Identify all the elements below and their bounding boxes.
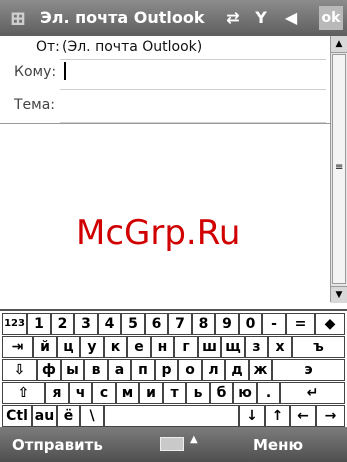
key[interactable]: т	[163, 382, 186, 404]
key[interactable]: я	[45, 382, 69, 404]
language-switch-key[interactable]: au	[32, 405, 57, 427]
key[interactable]: 2	[51, 313, 74, 335]
key[interactable]: и	[139, 382, 163, 404]
windows-start-icon[interactable]: ⊞	[5, 6, 31, 30]
key[interactable]: .	[257, 382, 280, 404]
key[interactable]: ч	[69, 382, 92, 404]
key[interactable]: ш	[198, 336, 221, 358]
input-method-arrow-icon[interactable]: ▲	[190, 434, 198, 445]
to-field[interactable]	[60, 89, 326, 90]
watermark-text: McGrp.Ru	[76, 213, 241, 253]
key[interactable]: ь	[186, 382, 210, 404]
key[interactable]: ъ	[292, 336, 345, 358]
key[interactable]: б	[210, 382, 233, 404]
from-divider	[60, 59, 326, 60]
subject-label: Тема:	[14, 97, 56, 113]
up-arrow-key[interactable]: ↑	[265, 405, 290, 427]
key[interactable]: г	[174, 336, 198, 358]
key[interactable]: -	[262, 313, 286, 335]
key[interactable]: ф	[37, 359, 61, 381]
enter-key[interactable]: ↵	[280, 382, 345, 404]
menu-bar: Отправить ▲ Меню	[0, 427, 347, 462]
key[interactable]: ц	[57, 336, 80, 358]
key[interactable]: 8	[192, 313, 215, 335]
key[interactable]: ж	[249, 359, 272, 381]
key[interactable]: д	[225, 359, 249, 381]
key[interactable]: а	[108, 359, 131, 381]
key[interactable]: о	[178, 359, 202, 381]
key[interactable]: в	[84, 359, 108, 381]
sync-icon[interactable]: ⇄	[222, 7, 244, 29]
scroll-thumb[interactable]: ≡	[332, 54, 346, 284]
on-screen-keyboard: 123 1 2 3 4 5 6 7 8 9 0- = ◆ ⇥ й ц у к е н г ш щ з х ъ ⇩ ф ы в а п р о л д ж…	[0, 309, 347, 429]
key[interactable]: =	[286, 313, 315, 335]
key[interactable]: 0	[239, 313, 262, 335]
key[interactable]: е	[127, 336, 151, 358]
tab-key[interactable]: ⇥	[2, 336, 33, 358]
key[interactable]: ю	[233, 382, 257, 404]
key[interactable]: \	[80, 405, 104, 427]
key[interactable]: х	[268, 336, 292, 358]
ctrl-key[interactable]: Ctl	[2, 405, 32, 427]
shift-key[interactable]: ⇧	[2, 382, 45, 404]
backspace-key[interactable]: ◆	[315, 313, 345, 335]
to-label: Кому:	[14, 64, 57, 80]
menu-softkey[interactable]: Меню	[253, 436, 303, 454]
key[interactable]: к	[104, 336, 127, 358]
key[interactable]: м	[116, 382, 139, 404]
vertical-scrollbar[interactable]: ▲ ≡ ▼	[330, 36, 347, 303]
key[interactable]: 6	[145, 313, 168, 335]
space-key[interactable]	[104, 405, 239, 427]
key[interactable]: п	[131, 359, 155, 381]
key[interactable]: ё	[57, 405, 80, 427]
key[interactable]: з	[245, 336, 268, 358]
key[interactable]: 5	[121, 313, 145, 335]
from-row[interactable]: От: (Эл. почта Outlook)	[0, 36, 330, 60]
numeric-toggle-key[interactable]: 123	[2, 313, 27, 335]
key[interactable]: н	[151, 336, 174, 358]
title-bar: ⊞ Эл. почта Outlook ⇄ Y ◀ ok	[0, 0, 347, 37]
key[interactable]: 3	[74, 313, 98, 335]
to-field-caret	[64, 62, 66, 80]
key[interactable]: 4	[98, 313, 121, 335]
scroll-up-arrow-icon[interactable]: ▲	[331, 36, 347, 53]
volume-icon[interactable]: ◀	[280, 7, 302, 29]
message-header: От: (Эл. почта Outlook) Кому: Тема:	[0, 36, 330, 136]
left-arrow-key[interactable]: ←	[290, 405, 316, 427]
caps-lock-key[interactable]: ⇩	[2, 359, 37, 381]
key[interactable]: с	[92, 382, 116, 404]
down-arrow-key[interactable]: ↓	[239, 405, 265, 427]
key[interactable]: ы	[61, 359, 84, 381]
from-account-value[interactable]: (Эл. почта Outlook)	[62, 39, 202, 55]
keyboard-icon[interactable]	[160, 437, 184, 451]
key[interactable]: л	[202, 359, 225, 381]
key[interactable]: 9	[215, 313, 239, 335]
key[interactable]: э	[272, 359, 345, 381]
from-label: От:	[36, 39, 60, 55]
scroll-down-arrow-icon[interactable]: ▼	[331, 286, 347, 303]
ok-button[interactable]: ok	[319, 6, 343, 30]
key[interactable]: 7	[168, 313, 192, 335]
key[interactable]: у	[80, 336, 104, 358]
right-arrow-key[interactable]: →	[316, 405, 345, 427]
grip-icon: ≡	[335, 162, 344, 173]
key[interactable]: й	[33, 336, 57, 358]
window-title: Эл. почта Outlook	[40, 8, 205, 27]
key[interactable]: щ	[221, 336, 245, 358]
signal-icon[interactable]: Y	[250, 7, 272, 29]
key[interactable]: 1	[27, 313, 51, 335]
key[interactable]: р	[155, 359, 178, 381]
send-softkey[interactable]: Отправить	[12, 436, 103, 454]
